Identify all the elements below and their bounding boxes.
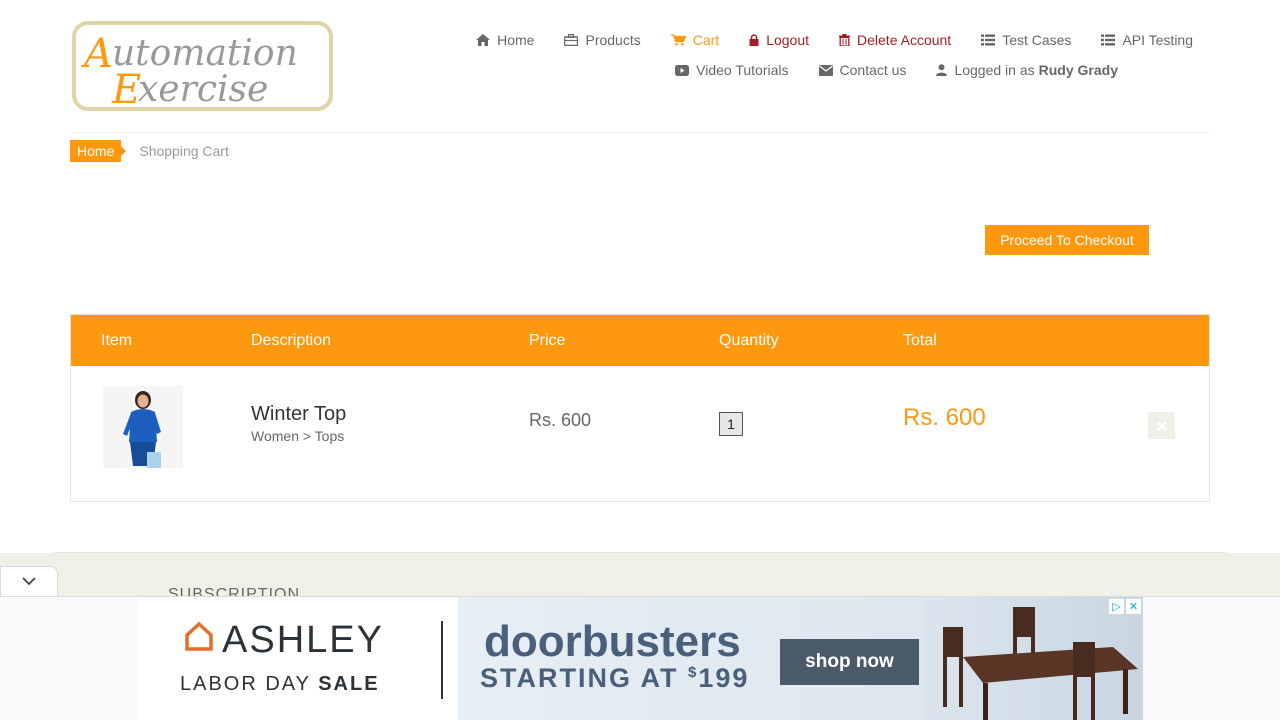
nav-delete-account-label: Delete Account [857,32,952,48]
logo-letter-a: A [80,31,113,77]
main-nav: Home Products Cart Logout Delete Account… [433,28,1193,88]
ad-headline: doorbusters [484,617,741,666]
ad-furniture-image [923,597,1143,720]
home-icon [476,34,491,46]
nav-video-tutorials-label: Video Tutorials [696,62,789,78]
youtube-icon [675,64,690,76]
nav-home-label: Home [497,32,535,48]
nav-products-label: Products [585,32,641,48]
nav-row-2: Video Tutorials Contact us Logged in as … [433,58,1193,82]
logo-text-2: xercise [138,69,268,107]
header-price: Price [529,332,566,349]
header-total: Total [903,332,937,349]
header-divider [70,132,1210,133]
nav-test-cases[interactable]: Test Cases [981,32,1071,48]
page: A utomation E xercise Home Products Cart… [0,0,1280,720]
list-icon [981,34,996,46]
proceed-to-checkout-button[interactable]: Proceed To Checkout [985,225,1149,255]
product-quantity: 1 [719,412,743,436]
breadcrumb-current: Shopping Cart [139,143,229,159]
nav-logout[interactable]: Logout [749,32,809,48]
product-name-link[interactable]: Winter Top [251,403,346,426]
product-total: Rs. 600 [903,404,986,431]
nav-video-tutorials[interactable]: Video Tutorials [675,62,789,78]
footer-divider [54,552,1226,553]
close-icon [1156,418,1167,434]
ad-sale-text: LABOR DAY SALE [180,673,380,696]
ad-divider [441,621,443,699]
cart-icon [670,34,686,46]
ad-price: 199 [698,663,750,693]
nav-logout-label: Logout [766,32,810,48]
lock-icon [749,34,759,46]
delete-item-button[interactable] [1148,412,1175,439]
nav-api-testing[interactable]: API Testing [1101,32,1193,48]
trash-icon [839,34,851,46]
briefcase-icon [564,34,579,46]
ad-brand-name: ASHLEY [222,619,384,661]
nav-home[interactable]: Home [476,32,534,48]
user-icon [936,64,948,76]
nav-test-cases-label: Test Cases [1002,32,1072,48]
list-icon [1101,34,1116,46]
nav-cart-label: Cart [692,32,720,48]
ad-starting: STARTING AT $199 [480,663,749,694]
nav-logged-in: Logged in as Rudy Grady [936,62,1118,78]
chevron-down-icon [22,573,36,591]
ad-price-sup: $ [688,664,699,681]
nav-delete-account[interactable]: Delete Account [839,32,951,48]
ad-collapse-button[interactable] [0,566,58,596]
product-price: Rs. 600 [529,410,592,430]
logged-in-label: Logged in as [954,62,1035,78]
site-logo[interactable]: A utomation E xercise [72,21,333,111]
logo-letter-e: E [111,67,141,107]
ad-controls: ▷ ✕ [1109,599,1141,614]
ad-shop-now-button[interactable]: shop now [780,639,919,685]
nav-contact-us[interactable]: Contact us [818,62,907,78]
cart-table: Item Description Price Quantity Total Wi [70,314,1210,502]
table-row: Winter Top Women > Tops Rs. 600 1 Rs. 60… [71,366,1209,501]
ad-brand-panel: ASHLEY LABOR DAY SALE [138,597,458,720]
product-image[interactable] [103,386,183,468]
header-quantity: Quantity [719,332,779,349]
envelope-icon [818,64,833,76]
ad-sale-bold: SALE [318,673,380,695]
breadcrumb-home[interactable]: Home [70,140,127,162]
cart-table-header: Item Description Price Quantity Total [71,315,1209,366]
ad-sale-prefix: LABOR DAY [180,673,311,695]
ad-close-icon[interactable]: ✕ [1126,599,1141,614]
nav-contact-us-label: Contact us [839,62,907,78]
ashley-home-icon [184,621,214,656]
breadcrumb: Home Shopping Cart [70,140,229,162]
product-category: Women > Tops [251,428,345,444]
advertisement-banner[interactable]: ASHLEY LABOR DAY SALE doorbusters STARTI… [138,597,1143,720]
adchoices-icon[interactable]: ▷ [1109,599,1124,614]
header-item: Item [101,332,133,349]
nav-api-testing-label: API Testing [1122,32,1193,48]
username: Rudy Grady [1038,62,1118,78]
header-description: Description [251,332,332,349]
nav-products[interactable]: Products [564,32,641,48]
ad-starting-label: STARTING AT [480,663,679,693]
nav-cart[interactable]: Cart [670,32,720,48]
nav-row-1: Home Products Cart Logout Delete Account… [433,28,1193,52]
